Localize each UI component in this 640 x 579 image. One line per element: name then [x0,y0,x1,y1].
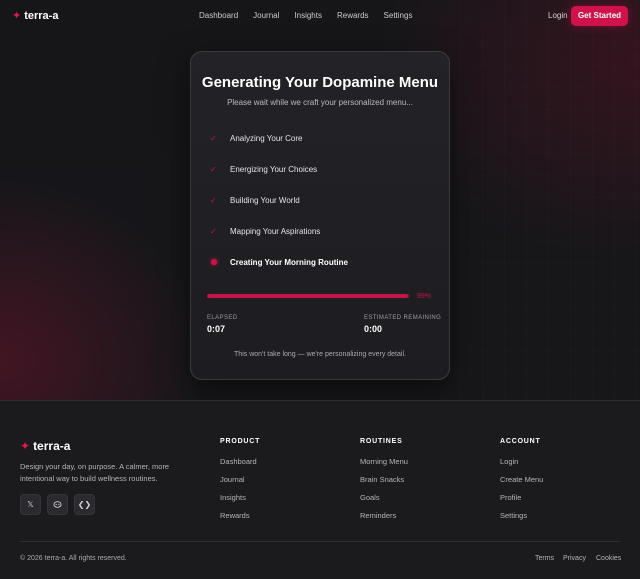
login-link[interactable]: Login [548,11,568,21]
step-label: Mapping Your Aspirations [230,227,321,236]
progress-percent: 99% [417,293,432,300]
step-label: Energizing Your Choices [230,165,318,174]
elapsed-label: ELAPSED [207,315,238,321]
card-subtitle: Please wait while we craft your personal… [227,98,413,107]
footer-link[interactable]: Morning Menu [360,457,408,467]
pulse-dot-icon [210,257,230,269]
footer-column-product: PRODUCT Dashboard Journal Insights Rewar… [220,437,260,529]
footer-link[interactable]: Brain Snacks [360,475,408,485]
footer-column-account: ACCOUNT Login Create Menu Profile Settin… [500,437,543,529]
check-icon: ✓ [210,165,217,174]
footer-link[interactable]: Journal [220,475,260,485]
get-started-button[interactable]: Get Started [571,6,628,26]
footer-link[interactable]: Login [500,457,543,467]
nav-link-journal[interactable]: Journal [253,10,279,21]
check-icon: ✓ [210,227,217,236]
footer-brand-name: terra-a [33,439,71,453]
check-icon: ✓ [210,134,217,143]
footer-link[interactable]: Settings [500,511,543,521]
site-footer: ✦ terra-a Design your day, on purpose. A… [0,400,640,579]
remaining-value: 0:00 [364,324,383,334]
footer-column-routines: ROUTINES Morning Menu Brain Snacks Goals… [360,437,408,529]
footer-brand-logo[interactable]: ✦ terra-a [20,439,70,453]
footer-link[interactable]: Profile [500,493,543,503]
step-item: ✓ Mapping Your Aspirations [210,226,320,238]
code-icon[interactable]: ❮❯ [74,494,95,515]
sparkle-icon: ✦ [20,439,31,453]
footer-column-title: ACCOUNT [500,438,541,445]
footer-link[interactable]: Rewards [220,511,260,521]
footer-divider [20,541,620,542]
footer-link[interactable]: Goals [360,493,408,503]
footer-column-title: ROUTINES [360,438,403,445]
top-navbar: ✦ terra-a Dashboard Journal Insights Rew… [0,0,640,32]
nav-link-insights[interactable]: Insights [294,10,322,21]
x-icon[interactable]: 𝕏 [20,494,41,515]
card-title: Generating Your Dopamine Menu [201,74,439,91]
step-label: Analyzing Your Core [230,134,303,143]
copyright-text: © 2026 terra-a. All rights reserved. [20,555,127,562]
footer-link[interactable]: Dashboard [220,457,260,467]
footer-link[interactable]: Create Menu [500,475,543,485]
step-item: ✓ Analyzing Your Core [210,133,303,145]
step-item: ✓ Energizing Your Choices [210,164,317,176]
step-label: Building Your World [230,196,300,205]
step-item-active: Creating Your Morning Routine [210,257,348,269]
step-label: Creating Your Morning Routine [230,258,348,267]
footer-link[interactable]: Insights [220,493,260,503]
footer-column-title: PRODUCT [220,438,261,445]
progress-fill [207,294,408,298]
sparkle-icon: ✦ [12,10,22,22]
card-footnote: This won't take long — we're personalizi… [234,351,406,358]
brand-name: terra-a [24,10,59,22]
nav-link-settings[interactable]: Settings [384,10,413,21]
privacy-link[interactable]: Privacy [563,554,586,563]
social-links: 𝕏 ❮❯ [20,494,101,515]
footer-link[interactable]: Reminders [360,511,408,521]
nav-links: Dashboard Journal Insights Rewards Setti… [199,10,427,21]
grid-pattern [460,0,640,400]
cookies-link[interactable]: Cookies [596,554,621,563]
generation-progress-card: Generating Your Dopamine Menu Please wai… [190,51,450,380]
nav-link-dashboard[interactable]: Dashboard [199,10,238,21]
footer-description: Design your day, on purpose. A calmer, m… [20,462,170,483]
brand-logo[interactable]: ✦ terra-a [12,9,58,23]
nav-link-rewards[interactable]: Rewards [337,10,369,21]
remaining-label: ESTIMATED REMAINING [364,315,442,321]
discord-icon[interactable] [47,494,68,515]
terms-link[interactable]: Terms [535,554,554,563]
check-icon: ✓ [210,196,217,205]
progress-bar [207,294,410,298]
step-item: ✓ Building Your World [210,195,300,207]
elapsed-value: 0:07 [207,324,226,334]
